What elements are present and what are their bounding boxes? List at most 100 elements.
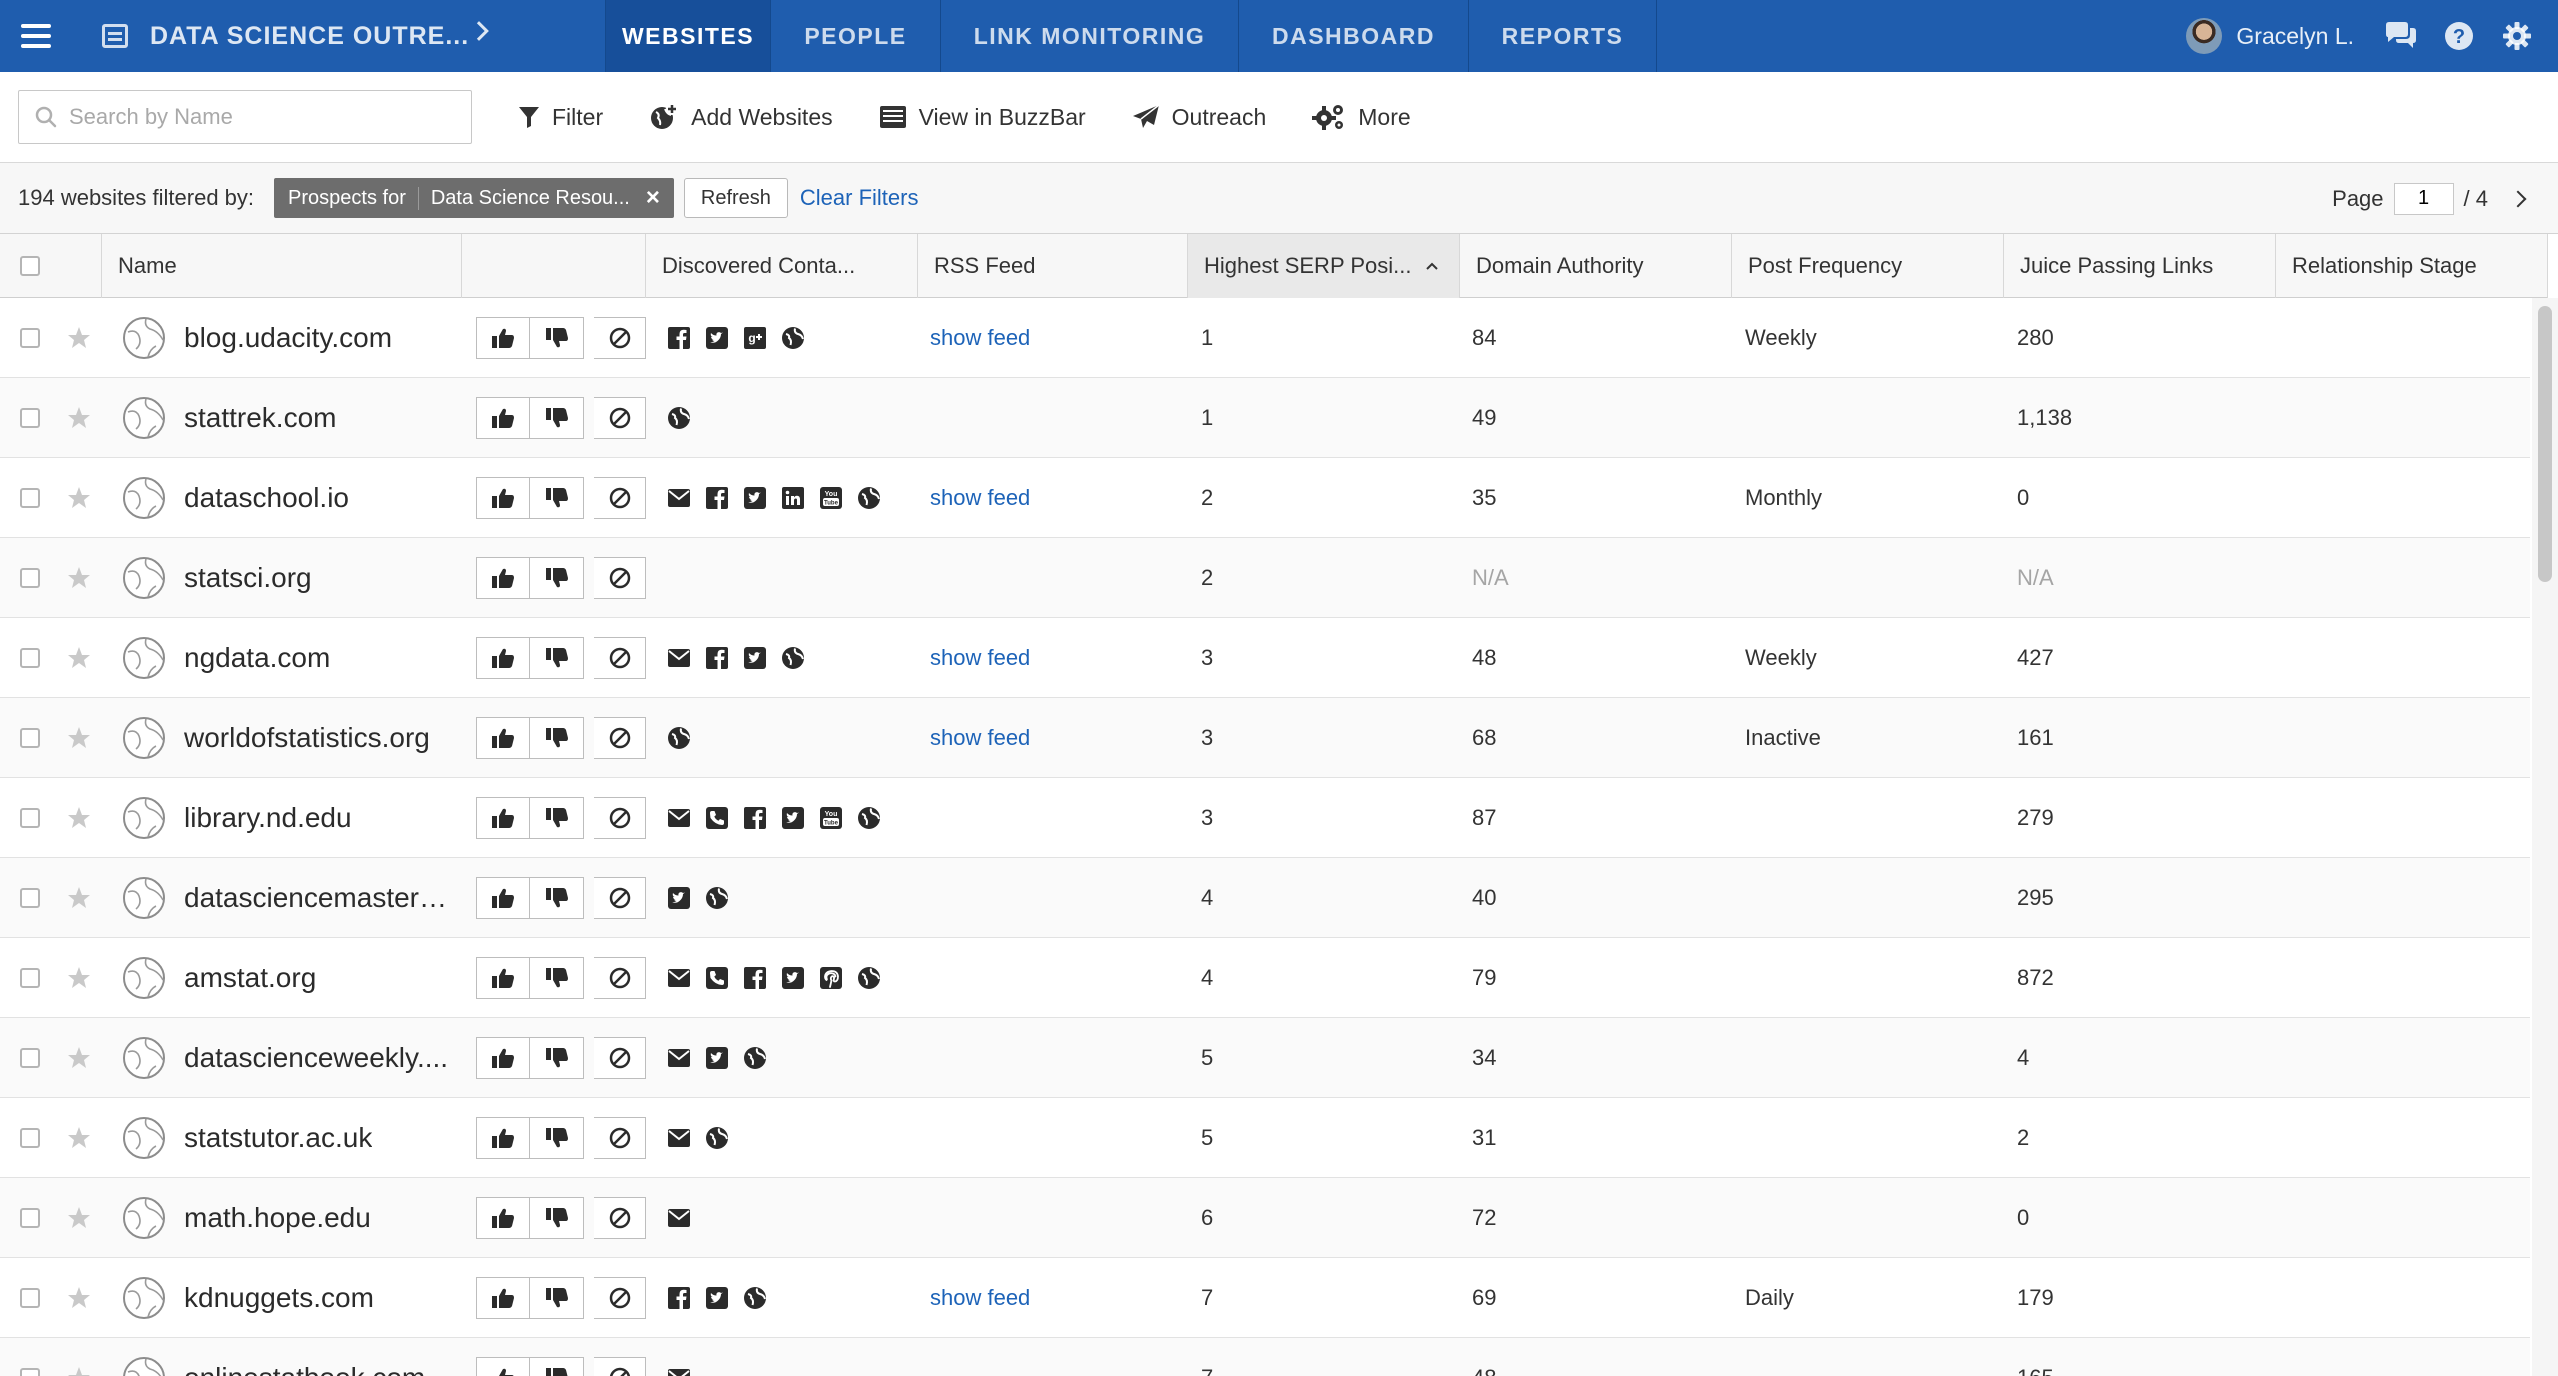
email-icon[interactable]: [666, 805, 692, 831]
table-row-2[interactable]: dataschool.io You Tube show feed 2 35 Mon…: [0, 458, 2530, 538]
thumbs-up-icon[interactable]: [476, 1117, 530, 1159]
block-icon[interactable]: [594, 1357, 646, 1376]
youtube-icon[interactable]: You Tube: [818, 485, 844, 511]
thumbs-down-icon[interactable]: [530, 1197, 584, 1239]
site-name[interactable]: amstat.org: [184, 938, 316, 1018]
email-icon[interactable]: [666, 1365, 692, 1376]
website-icon[interactable]: [704, 885, 730, 911]
site-name[interactable]: ngdata.com: [184, 618, 330, 698]
scrollbar-thumb[interactable]: [2538, 306, 2552, 582]
website-icon[interactable]: [780, 645, 806, 671]
chat-bubbles-icon[interactable]: [2384, 19, 2418, 53]
email-icon[interactable]: [666, 1205, 692, 1231]
avatar[interactable]: [2186, 18, 2223, 54]
website-icon[interactable]: [704, 1125, 730, 1151]
twitter-icon[interactable]: [742, 645, 768, 671]
thumbs-up-icon[interactable]: [476, 1357, 530, 1376]
close-icon[interactable]: ×: [646, 184, 660, 212]
twitter-icon[interactable]: [704, 325, 730, 351]
star-icon[interactable]: [66, 698, 92, 778]
thumbs-down-icon[interactable]: [530, 1117, 584, 1159]
website-icon[interactable]: [742, 1285, 768, 1311]
column-header-relationship-stage[interactable]: Relationship Stage: [2276, 234, 2548, 298]
website-icon[interactable]: [856, 485, 882, 511]
star-icon[interactable]: [66, 1098, 92, 1178]
row-checkbox[interactable]: [20, 1128, 40, 1148]
row-checkbox[interactable]: [20, 488, 40, 508]
website-icon[interactable]: [666, 725, 692, 751]
row-checkbox[interactable]: [20, 1208, 40, 1228]
block-icon[interactable]: [594, 877, 646, 919]
facebook-icon[interactable]: [666, 325, 692, 351]
site-name[interactable]: datascienceweekly....: [184, 1018, 448, 1098]
email-icon[interactable]: [666, 485, 692, 511]
star-icon[interactable]: [66, 378, 92, 458]
hamburger-menu-icon[interactable]: [0, 0, 72, 72]
thumbs-down-icon[interactable]: [530, 957, 584, 999]
star-icon[interactable]: [66, 1338, 92, 1376]
table-row-3[interactable]: statsci.org 2 N/A N/A: [0, 538, 2530, 618]
row-checkbox[interactable]: [20, 648, 40, 668]
facebook-icon[interactable]: [666, 1285, 692, 1311]
table-row-10[interactable]: statstutor.ac.uk 5 31 2: [0, 1098, 2530, 1178]
thumbs-up-icon[interactable]: [476, 957, 530, 999]
row-checkbox[interactable]: [20, 1288, 40, 1308]
star-icon[interactable]: [66, 458, 92, 538]
block-icon[interactable]: [594, 317, 646, 359]
site-name[interactable]: datasciencemasters,...: [184, 858, 459, 938]
twitter-icon[interactable]: [666, 885, 692, 911]
website-icon[interactable]: [742, 1045, 768, 1071]
facebook-icon[interactable]: [704, 485, 730, 511]
twitter-icon[interactable]: [780, 805, 806, 831]
star-icon[interactable]: [66, 298, 92, 378]
table-row-4[interactable]: ngdata.com show feed 3 48 Weekly 427: [0, 618, 2530, 698]
table-row-8[interactable]: amstat.org 4 79 872: [0, 938, 2530, 1018]
site-name[interactable]: statsci.org: [184, 538, 312, 618]
star-icon[interactable]: [66, 1018, 92, 1098]
column-header-post-frequency[interactable]: Post Frequency: [1732, 234, 2004, 298]
thumbs-down-icon[interactable]: [530, 317, 584, 359]
thumbs-down-icon[interactable]: [530, 477, 584, 519]
facebook-icon[interactable]: [742, 965, 768, 991]
table-row-13[interactable]: onlinestatbook.com 7 48 165: [0, 1338, 2530, 1376]
website-icon[interactable]: [780, 325, 806, 351]
project-switcher[interactable]: DATA SCIENCE OUTRE...: [72, 0, 532, 72]
row-checkbox[interactable]: [20, 1048, 40, 1068]
block-icon[interactable]: [594, 957, 646, 999]
next-page-chevron-icon[interactable]: [2509, 190, 2527, 207]
website-icon[interactable]: [856, 965, 882, 991]
thumbs-down-icon[interactable]: [530, 557, 584, 599]
tab-dashboard[interactable]: DASHBOARD: [1239, 0, 1469, 72]
row-checkbox[interactable]: [20, 888, 40, 908]
vertical-scrollbar[interactable]: [2532, 298, 2558, 1376]
thumbs-up-icon[interactable]: [476, 1277, 530, 1319]
site-name[interactable]: stattrek.com: [184, 378, 336, 458]
linkedin-icon[interactable]: [780, 485, 806, 511]
thumbs-down-icon[interactable]: [530, 1357, 584, 1376]
thumbs-down-icon[interactable]: [530, 717, 584, 759]
thumbs-up-icon[interactable]: [476, 877, 530, 919]
table-row-5[interactable]: worldofstatistics.org show feed 3 68 Ina…: [0, 698, 2530, 778]
table-row-6[interactable]: library.nd.edu You Tube 3 87 279: [0, 778, 2530, 858]
star-icon[interactable]: [66, 938, 92, 1018]
add-websites-button[interactable]: Add Websites: [649, 103, 833, 131]
block-icon[interactable]: [594, 1277, 646, 1319]
thumbs-up-icon[interactable]: [476, 397, 530, 439]
gear-icon[interactable]: [2500, 19, 2534, 53]
filter-chip[interactable]: Prospects for Data Science Resou... ×: [274, 178, 674, 218]
outreach-button[interactable]: Outreach: [1132, 104, 1266, 131]
star-icon[interactable]: [66, 538, 92, 618]
block-icon[interactable]: [594, 1197, 646, 1239]
row-checkbox[interactable]: [20, 808, 40, 828]
help-icon[interactable]: ?: [2442, 19, 2476, 53]
youtube-icon[interactable]: You Tube: [818, 805, 844, 831]
thumbs-down-icon[interactable]: [530, 1277, 584, 1319]
column-header-domain-authority[interactable]: Domain Authority: [1460, 234, 1732, 298]
email-icon[interactable]: [666, 965, 692, 991]
thumbs-up-icon[interactable]: [476, 637, 530, 679]
twitter-icon[interactable]: [780, 965, 806, 991]
rss-show-feed-link[interactable]: show feed: [930, 618, 1030, 698]
block-icon[interactable]: [594, 717, 646, 759]
filter-button[interactable]: Filter: [518, 104, 603, 131]
row-checkbox[interactable]: [20, 568, 40, 588]
